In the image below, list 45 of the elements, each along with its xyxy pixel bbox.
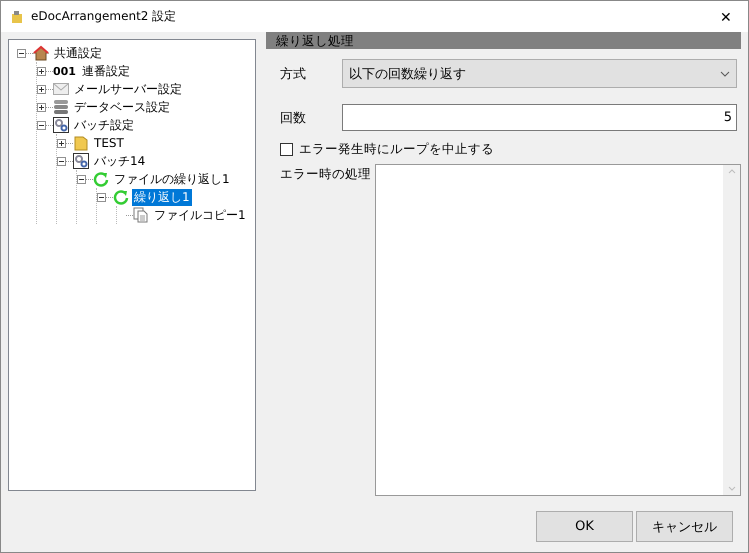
- dialog-button[interactable]: OK: [536, 511, 633, 542]
- expand-toggle[interactable]: [37, 102, 46, 112]
- house-icon: [33, 45, 49, 61]
- number-icon: 001: [53, 64, 76, 78]
- envelope-icon: [53, 81, 69, 97]
- tree-item[interactable]: ファイルの繰り返し1: [112, 170, 232, 188]
- app-icon: [11, 10, 23, 24]
- window-title: eDocArrangement2 設定: [31, 8, 178, 25]
- plus-icon: [38, 86, 45, 92]
- tree-item[interactable]: 共通設定: [52, 44, 104, 62]
- tree-item[interactable]: データベース設定: [72, 98, 172, 116]
- tree-item[interactable]: メールサーバー設定: [72, 80, 184, 98]
- collapse-toggle[interactable]: [37, 120, 46, 130]
- loop-icon: [113, 189, 129, 205]
- chevron-icon: [720, 70, 730, 76]
- count-field[interactable]: 5: [342, 104, 737, 131]
- collapse-toggle[interactable]: [17, 48, 26, 58]
- plus-icon: [38, 104, 45, 110]
- field-label: 回数: [280, 110, 307, 126]
- tree-item[interactable]: ファイルコピー1: [152, 206, 248, 224]
- expand-toggle[interactable]: [37, 84, 46, 94]
- field-label: 方式: [280, 66, 307, 82]
- collapse-toggle[interactable]: [57, 156, 66, 166]
- gear-icon: [53, 117, 69, 133]
- method-dropdown[interactable]: 以下の回数繰り返す: [342, 59, 737, 88]
- tree-item[interactable]: 繰り返し1: [132, 188, 192, 206]
- close-button[interactable]: ✕: [704, 8, 748, 26]
- dialog-button[interactable]: キャンセル: [636, 511, 733, 542]
- field-label: エラー時の処理: [280, 165, 371, 183]
- tree-item[interactable]: 連番設定: [80, 62, 132, 80]
- tree-item[interactable]: バッチ設定: [72, 116, 136, 134]
- expand-toggle[interactable]: [57, 138, 66, 148]
- checkbox[interactable]: [280, 143, 293, 156]
- tree-item[interactable]: バッチ14: [92, 152, 148, 170]
- collapse-toggle[interactable]: [97, 192, 106, 202]
- folder-icon: [73, 135, 89, 151]
- plus-icon: [58, 140, 65, 146]
- gear-icon: [73, 153, 89, 169]
- loop-icon: [93, 171, 109, 187]
- tree-item[interactable]: TEST: [92, 136, 126, 150]
- panel-header: 繰り返し処理: [266, 32, 741, 49]
- checkbox-label: エラー発生時にループを中止する: [299, 141, 494, 158]
- plus-icon: [38, 68, 45, 74]
- collapse-toggle[interactable]: [77, 174, 86, 184]
- expand-toggle[interactable]: [37, 66, 46, 76]
